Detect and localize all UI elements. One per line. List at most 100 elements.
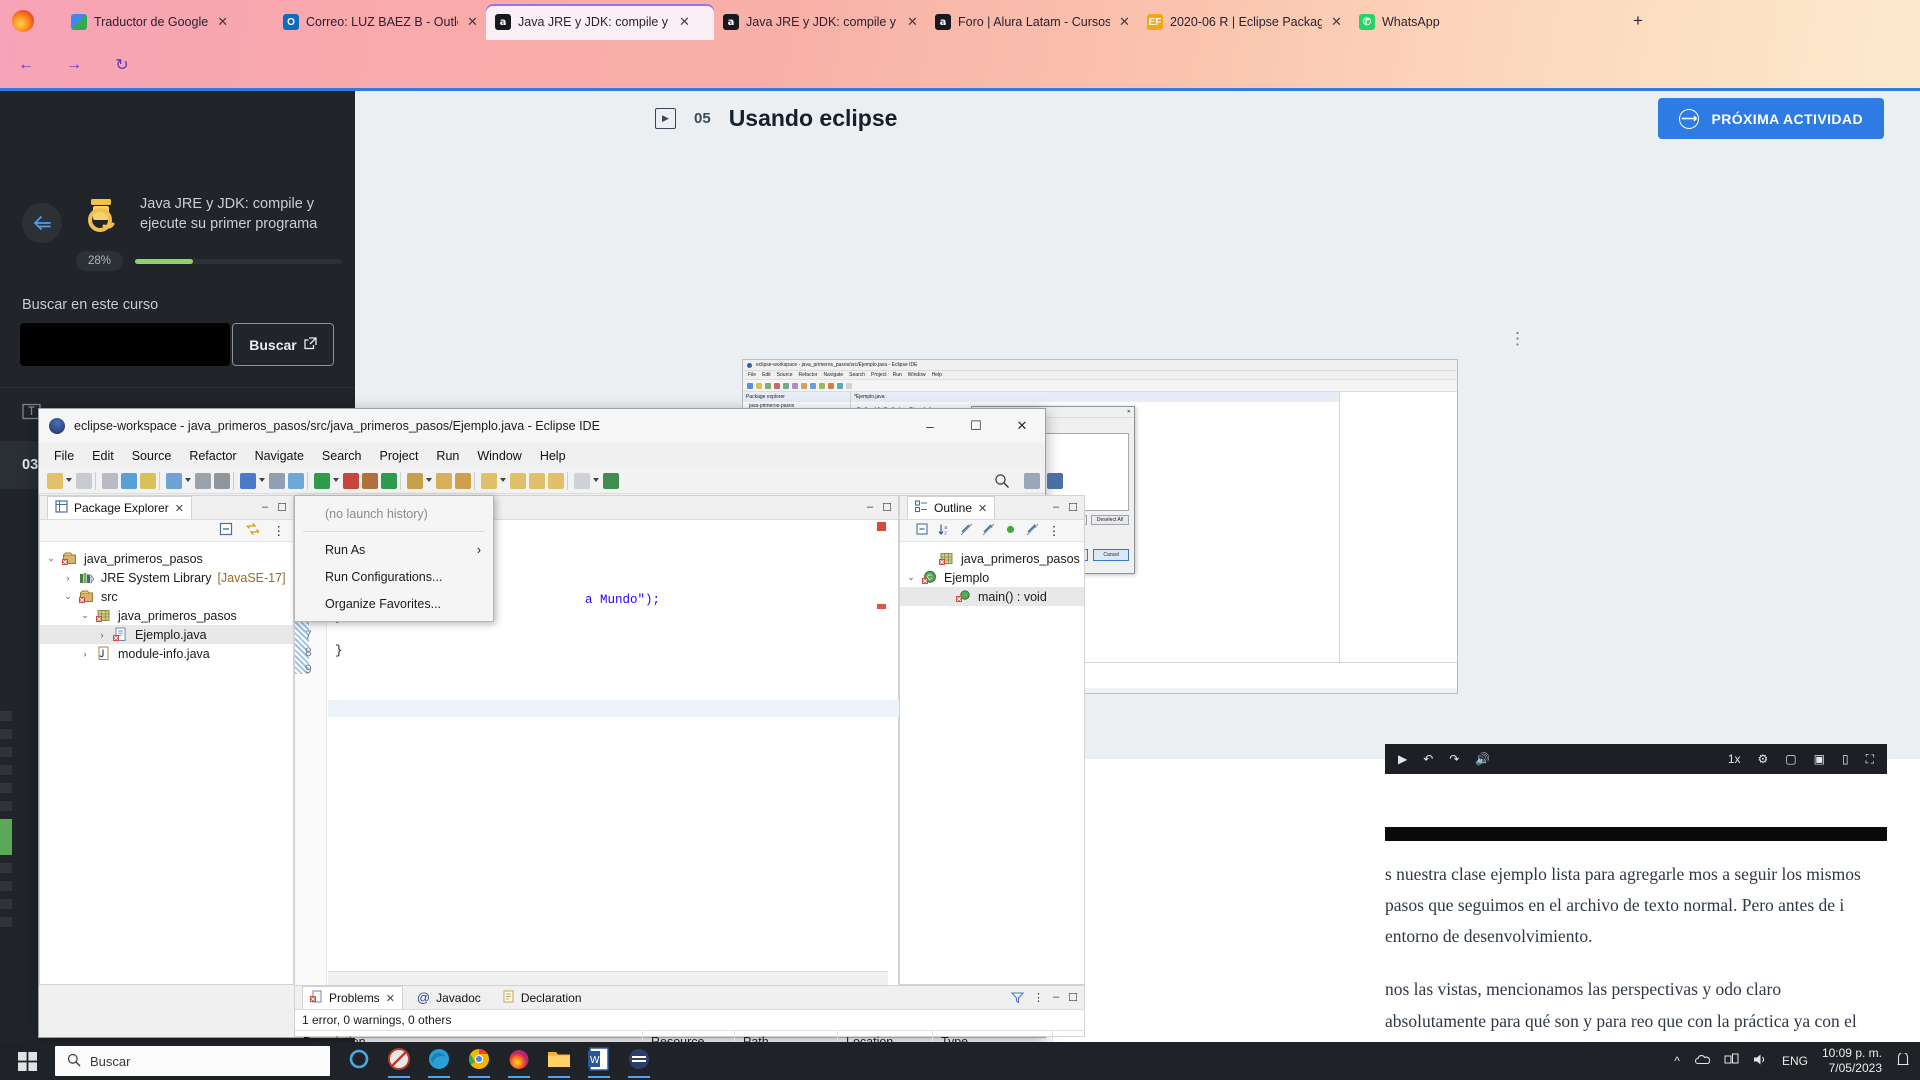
menu-item-search[interactable]: Search: [313, 447, 371, 465]
tree-node[interactable]: main() : void: [900, 587, 1084, 606]
menu-item-refactor[interactable]: Refactor: [180, 447, 245, 465]
tree-node[interactable]: ⌄ java_primeros_pasos: [40, 606, 293, 625]
toolbar-icon-19[interactable]: [510, 473, 526, 489]
taskbar-language[interactable]: ENG: [1782, 1054, 1808, 1068]
taskbar-app-eclipse[interactable]: [622, 1044, 656, 1078]
playback-speed-label[interactable]: 1x: [1728, 752, 1741, 766]
menu-item-file[interactable]: File: [45, 447, 83, 465]
taskbar-app-edge[interactable]: [422, 1044, 456, 1078]
close-tab-button[interactable]: ✕: [905, 14, 920, 30]
toolbar-icon-12[interactable]: [343, 473, 359, 489]
toolbar-icon-18[interactable]: [481, 473, 497, 489]
tab-javadoc[interactable]: @ Javadoc: [409, 986, 488, 1009]
chevron-down-icon[interactable]: ⌄: [906, 572, 916, 583]
deselect-all-button[interactable]: Deselect All: [1090, 515, 1129, 525]
taskbar-clock[interactable]: 10:09 p. m. 7/05/2023: [1822, 1046, 1882, 1076]
skip-forward-icon[interactable]: ↷: [1449, 752, 1459, 766]
minimize-icon[interactable]: –: [867, 501, 873, 514]
collapse-all-icon[interactable]: [916, 522, 929, 539]
browser-tab[interactable]: O Correo: LUZ BAEZ B - Outlook ✕: [274, 4, 486, 40]
filter-icon[interactable]: [1010, 991, 1025, 1007]
taskbar-app-chrome[interactable]: [462, 1044, 496, 1078]
toolbar-dropdown-arrow-icon[interactable]: [66, 478, 72, 482]
taskbar-app-firefox[interactable]: [502, 1044, 536, 1078]
toolbar-icon-5[interactable]: [166, 473, 182, 489]
perspective-switcher-0[interactable]: [1024, 473, 1040, 489]
network-icon[interactable]: [1724, 1053, 1739, 1069]
sort-icon[interactable]: az: [938, 523, 951, 539]
toolbar-dropdown-arrow-icon[interactable]: [593, 478, 599, 482]
volume-icon[interactable]: [1753, 1053, 1768, 1069]
tree-node[interactable]: java_primeros_pasos: [900, 549, 1084, 568]
toolbar-icon-8[interactable]: [240, 473, 256, 489]
minimize-icon[interactable]: –: [1053, 501, 1059, 514]
toolbar-icon-7[interactable]: [214, 473, 230, 489]
settings-gear-icon[interactable]: ⚙: [1758, 752, 1769, 766]
toolbar-icon-0[interactable]: [47, 473, 63, 489]
new-tab-button[interactable]: +: [1633, 11, 1643, 31]
tree-node[interactable]: ⌄ java_primeros_pasos: [40, 549, 293, 568]
toolbar-dropdown-arrow-icon[interactable]: [259, 478, 265, 482]
taskbar-app-cortana[interactable]: [342, 1044, 376, 1078]
dialog-close-icon[interactable]: ✕: [1127, 409, 1131, 415]
toolbar-icon-11[interactable]: [314, 473, 330, 489]
hide-nonpublic-icon[interactable]: [1004, 523, 1017, 539]
context-menu-item[interactable]: Organize Favorites...: [295, 590, 493, 617]
menu-item-navigate[interactable]: Navigate: [246, 447, 313, 465]
toolbar-dropdown-arrow-icon[interactable]: [426, 478, 432, 482]
toolbar-icon-2[interactable]: [102, 473, 118, 489]
theater-mode-icon[interactable]: ▯: [1842, 752, 1849, 766]
browser-tab[interactable]: EF 2020-06 R | Eclipse Packages ✕: [1138, 4, 1350, 40]
toolbar-icon-16[interactable]: [436, 473, 452, 489]
taskbar-app-file-explorer[interactable]: [542, 1044, 576, 1078]
tree-node[interactable]: ⌄ src: [40, 587, 293, 606]
fullscreen-icon[interactable]: ⛶: [1866, 752, 1874, 767]
taskbar-app-word[interactable]: W: [582, 1044, 616, 1078]
kebab-menu-icon[interactable]: ⋮: [1509, 329, 1526, 349]
toolbar-icon-15[interactable]: [407, 473, 423, 489]
tree-node[interactable]: › Ejemplo.java: [40, 625, 293, 644]
maximize-icon[interactable]: ☐: [882, 501, 892, 514]
menu-item-project[interactable]: Project: [371, 447, 428, 465]
maximize-icon[interactable]: ☐: [1068, 991, 1078, 1007]
view-menu-icon[interactable]: ⋮: [273, 523, 286, 538]
close-icon[interactable]: ✕: [978, 502, 987, 515]
toolbar-dropdown-arrow-icon[interactable]: [500, 478, 506, 482]
close-icon[interactable]: ✕: [175, 502, 184, 515]
maximize-icon[interactable]: ☐: [1068, 501, 1078, 514]
link-with-editor-icon[interactable]: [245, 522, 261, 539]
toolbar-dropdown-arrow-icon[interactable]: [333, 478, 339, 482]
close-tab-button[interactable]: ✕: [215, 14, 230, 30]
taskbar-search[interactable]: Buscar: [55, 1046, 330, 1076]
captions-icon[interactable]: ▢: [1785, 752, 1796, 766]
toolbar-icon-23[interactable]: [603, 473, 619, 489]
run-context-menu[interactable]: (no launch history) Run As › Run Configurat…: [294, 495, 494, 622]
toolbar-icon-13[interactable]: [362, 473, 378, 489]
forward-button[interactable]: →: [62, 53, 86, 77]
toolbar-icon-10[interactable]: [288, 473, 304, 489]
perspective-switcher-1[interactable]: [1047, 473, 1063, 489]
menu-item-window[interactable]: Window: [468, 447, 530, 465]
eclipse-toolbar[interactable]: [39, 468, 1063, 494]
maximize-icon[interactable]: ☐: [277, 501, 287, 514]
taskbar-app-antivirus[interactable]: [382, 1044, 416, 1078]
notifications-icon[interactable]: [1896, 1051, 1910, 1070]
back-button[interactable]: ←: [14, 53, 38, 77]
toolbar-icon-22[interactable]: [574, 473, 590, 489]
hide-local-icon[interactable]: L: [1026, 523, 1039, 539]
tab-problems[interactable]: Problems ✕: [302, 986, 403, 1009]
menu-item-help[interactable]: Help: [531, 447, 575, 465]
show-hidden-icons-icon[interactable]: ^: [1674, 1054, 1680, 1068]
toolbar-icon-4[interactable]: [140, 473, 156, 489]
reload-button[interactable]: ↻: [110, 53, 134, 77]
maximize-button[interactable]: ☐: [953, 409, 999, 443]
chevron-right-icon[interactable]: ›: [80, 649, 90, 659]
skip-back-icon[interactable]: ↶: [1423, 752, 1433, 766]
course-search-input[interactable]: [20, 323, 230, 366]
toolbar-icon-9[interactable]: [269, 473, 285, 489]
menu-item-source[interactable]: Source: [123, 447, 181, 465]
tree-node[interactable]: ⌄ C Ejemplo: [900, 568, 1084, 587]
hide-fields-icon[interactable]: [960, 523, 973, 539]
dialog-cancel-button[interactable]: Cancel: [1093, 549, 1129, 561]
toolbar-icon-17[interactable]: [455, 473, 471, 489]
